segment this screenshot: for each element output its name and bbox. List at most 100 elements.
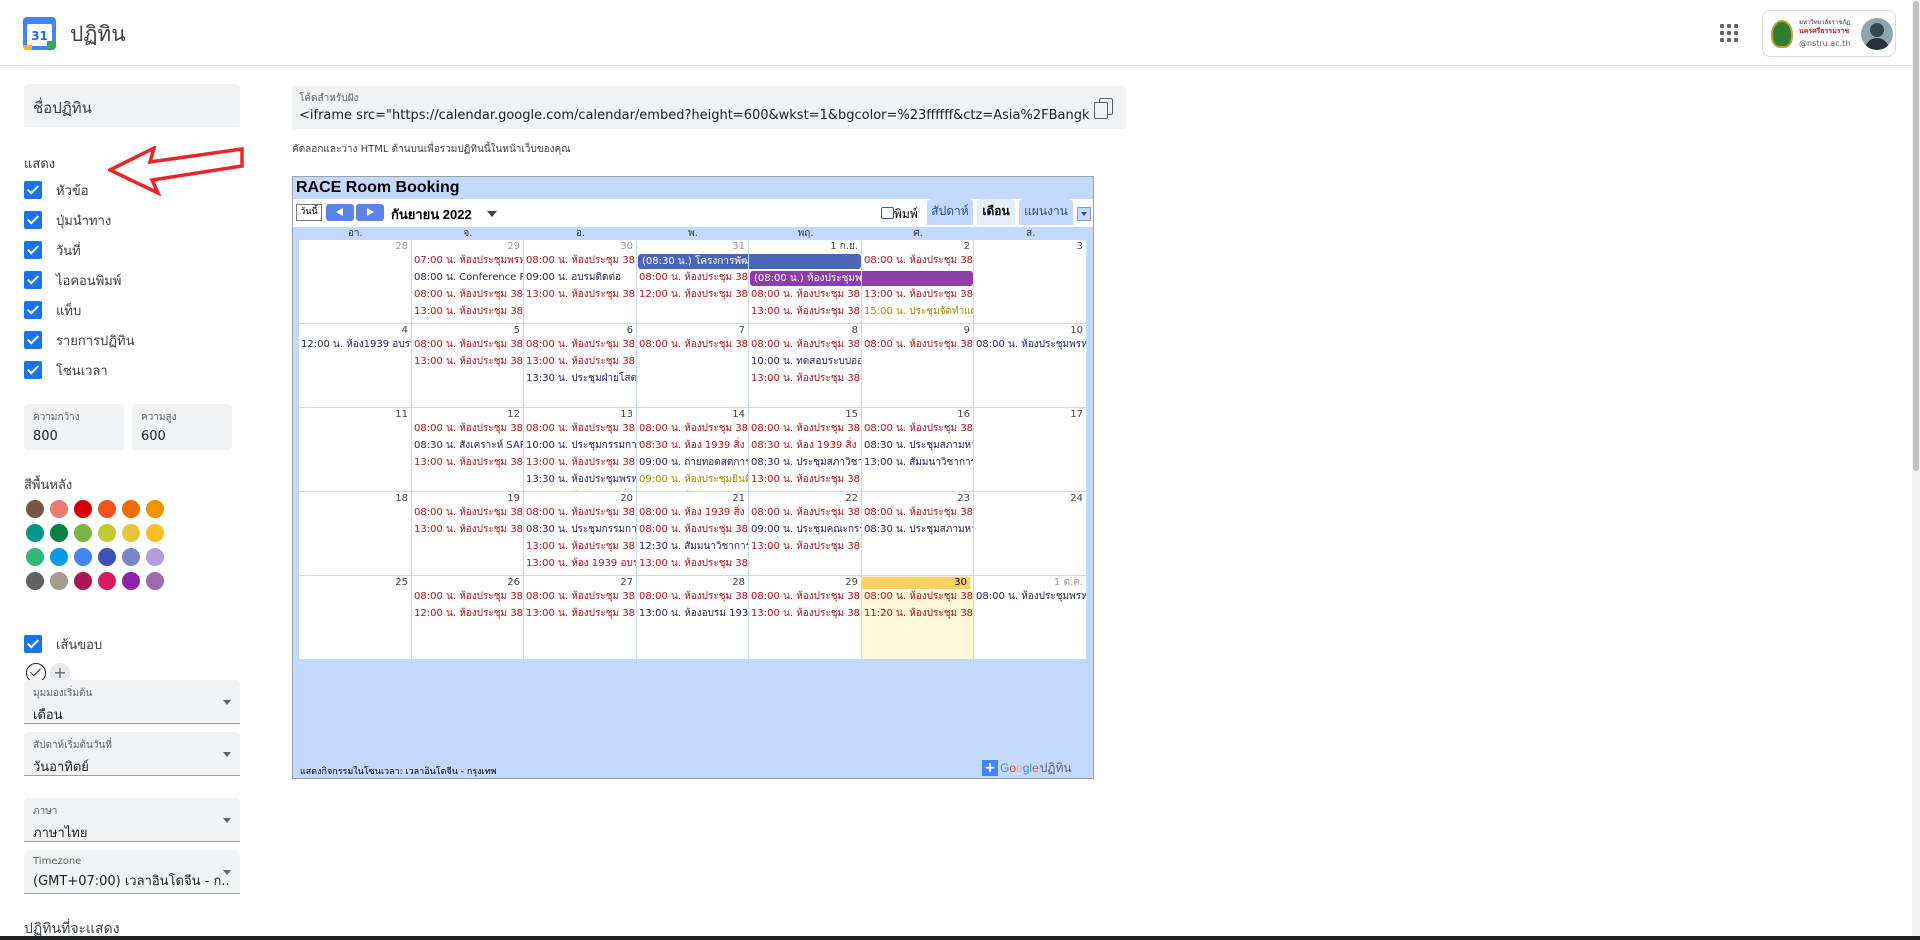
show-option-checkbox[interactable]: แท็บ (24, 298, 81, 322)
day-number[interactable]: 13 (620, 409, 633, 421)
calendar-event[interactable] (862, 271, 973, 286)
day-number[interactable]: 15 (845, 409, 858, 421)
color-swatch[interactable] (98, 548, 116, 566)
calendar-event[interactable]: 08:00 น. ห้องประชุม 38 (526, 338, 635, 351)
calendar-event[interactable]: 08:00 น. ห้องประชุมพรหม (976, 338, 1086, 351)
day-number[interactable]: 26 (507, 577, 520, 589)
day-cell[interactable]: 14 08:00 น. ห้องประชุม 38 08:30 น. ห้อง 19… (637, 408, 749, 492)
day-number[interactable]: 19 (507, 493, 520, 505)
show-option-checkbox[interactable]: วันที่ (24, 238, 81, 262)
calendar-event[interactable]: 08:00 น. ห้องประชุม 38 (639, 271, 748, 284)
page-scrollbar-thumb[interactable] (1913, 1, 1919, 471)
calendar-event[interactable]: 08:00 น. ห้องประชุม 38 (864, 422, 973, 435)
calendar-event[interactable]: 08:00 น. ห้องประชุม 38 (414, 288, 523, 301)
calendar-event[interactable]: 13:00 น. ห้อง 1939 อบรม (526, 557, 636, 570)
calendar-event[interactable]: 08:30 น. ห้อง 1939 สิ่ง (751, 439, 856, 452)
calendar-event[interactable]: 13:00 น. ห้องประชุม 38 (639, 557, 748, 570)
color-swatch[interactable] (50, 524, 68, 542)
day-cell[interactable]: 12 08:00 น. ห้องประชุม 38 08:30 น. สังเครา… (412, 408, 524, 492)
calendar-event[interactable]: 13:00 น. ห้องประชุม 38 (526, 456, 635, 469)
next-month-icon[interactable] (356, 204, 384, 221)
day-cell[interactable]: 20 08:00 น. ห้องประชุม 38 08:30 น. ประชุมก… (524, 492, 637, 576)
day-cell[interactable]: 30 08:00 น. ห้องประชุม 38 11:20 น. ห้องประ… (862, 576, 974, 660)
day-number[interactable]: 29 (845, 577, 858, 589)
calendar-event[interactable]: 13:00 น. ห้องประชุม 38 (526, 288, 635, 301)
checkbox-icon[interactable] (24, 301, 42, 319)
color-swatch[interactable] (74, 524, 92, 542)
day-number[interactable]: 28 (732, 577, 745, 589)
calendar-event[interactable]: 10:00 น. ประชุมกรรมการ (526, 439, 636, 452)
color-swatch[interactable] (122, 500, 140, 518)
day-cell[interactable]: 17 (974, 408, 1087, 492)
day-cell[interactable]: 5 08:00 น. ห้องประชุม 38 13:00 น. ห้องประช… (412, 324, 524, 408)
calendar-event[interactable]: 08:00 น. ห้องประชุม 38 (864, 590, 973, 603)
calendar-event[interactable]: 08:00 น. ห้องประชุม 38 (526, 590, 635, 603)
calendar-event[interactable]: 09:00 น. ถ่ายทอดสดการ (639, 456, 748, 469)
calendar-event[interactable]: 13:00 น. ห้องประชุม 38 (414, 523, 523, 536)
day-number[interactable]: 4 (401, 325, 408, 337)
calendar-event[interactable] (749, 254, 861, 269)
day-number[interactable]: 12 (507, 409, 520, 421)
calendar-event[interactable]: 08:00 น. ห้องประชุม 38 (414, 590, 523, 603)
calendar-event[interactable]: 08:00 น. ห้องประชุม 38 (414, 422, 523, 435)
color-swatch[interactable] (146, 524, 164, 542)
calendar-event[interactable]: 09:00 น. ประชุมคณะกรรม (751, 523, 861, 536)
calendar-event[interactable]: 13:00 น. ห้องประชุม 38 (414, 355, 523, 368)
calendar-event[interactable]: 08:00 น. ห้องประชุม 38 (751, 338, 860, 351)
day-number[interactable]: 30 (862, 577, 970, 589)
calendar-event[interactable]: 13:00 น. ห้องประชุม 38 (526, 355, 635, 368)
day-number[interactable]: 1 ก.ย. (830, 241, 858, 253)
calendar-event[interactable]: (08:30 น.) โครงการพัฒนาบุคลากรสายสนับสนุ… (638, 254, 748, 269)
show-option-checkbox[interactable]: รายการปฏิทิน (24, 328, 135, 352)
print-icon[interactable] (881, 207, 894, 219)
calendar-event[interactable]: 08:00 น. ห้องประชุม 38 (864, 338, 973, 351)
checkbox-icon[interactable] (24, 211, 42, 229)
day-cell[interactable]: 4 12:00 น. ห้อง1939 อบรม (299, 324, 412, 408)
color-swatch[interactable] (122, 548, 140, 566)
calendar-event[interactable]: 08:30 น. ประชุมสภาวิชา (751, 456, 861, 469)
day-number[interactable]: 14 (732, 409, 745, 421)
calendar-event[interactable]: 08:00 น. ห้องประชุม 38 (526, 422, 635, 435)
calendar-event[interactable]: 13:00 น. สัมมนาวิชาการ (864, 456, 973, 469)
calendar-event[interactable]: 08:00 น. ห้องประชุม 38 (639, 523, 748, 536)
today-button[interactable]: วันนี้ (296, 204, 322, 221)
day-number[interactable]: 29 (507, 241, 520, 253)
copy-icon[interactable] (1094, 98, 1113, 119)
checkbox-icon[interactable] (24, 361, 42, 379)
day-number[interactable]: 16 (957, 409, 970, 421)
calendar-event[interactable]: 08:00 น. ห้องประชุม 38 (414, 506, 523, 519)
color-swatch[interactable] (50, 572, 68, 590)
day-cell[interactable]: 24 (974, 492, 1087, 576)
day-cell[interactable]: 8 08:00 น. ห้องประชุม 38 10:00 น. ทดสอบระบ… (749, 324, 862, 408)
calendar-event[interactable]: 08:00 น. ห้อง 1939 สิ่ง (639, 506, 744, 519)
avatar[interactable] (1861, 18, 1893, 50)
show-option-checkbox[interactable]: หัวข้อ (24, 178, 89, 202)
day-cell[interactable]: 19 08:00 น. ห้องประชุม 38 13:00 น. ห้องประ… (412, 492, 524, 576)
calendar-event[interactable]: 08:00 น. ห้องประชุม 38 (526, 506, 635, 519)
day-cell[interactable]: 29 08:00 น. ห้องประชุม 38 13:00 น. ห้องประ… (749, 576, 862, 660)
calendar-event[interactable]: 13:00 น. ห้องประชุม 38 (751, 540, 860, 553)
color-swatch[interactable] (98, 500, 116, 518)
day-number[interactable]: 10 (1070, 325, 1083, 337)
calendar-event[interactable]: 13:30 น. ประชุมฝ่ายโสตฯ (526, 372, 636, 385)
calendar-event[interactable]: 13:00 น. ห้องอบรม 1939 (639, 607, 748, 620)
calendar-event[interactable]: 13:00 น. ห้องประชุม 38 (414, 456, 523, 469)
calendar-event[interactable]: 08:00 น. ห้องประชุม 38 (751, 506, 860, 519)
day-number[interactable]: 20 (620, 493, 633, 505)
color-swatch[interactable] (122, 524, 140, 542)
day-cell[interactable]: 9 08:00 น. ห้องประชุม 38 (862, 324, 974, 408)
calendar-event[interactable]: 08:30 น. ประชุมกรรมการ (526, 523, 636, 536)
day-cell[interactable]: 31(08:30 น.) โครงการพัฒนาบุคลากรสายสนับส… (637, 240, 749, 324)
day-number[interactable]: 17 (1070, 409, 1083, 421)
show-option-checkbox[interactable]: ไอคอนพิมพ์ (24, 268, 121, 292)
day-cell[interactable]: 27 08:00 น. ห้องประชุม 38 13:00 น. ห้องประ… (524, 576, 637, 660)
calendar-event[interactable]: 08:00 น. Conference Ro (414, 271, 523, 284)
day-number[interactable]: 7 (738, 325, 745, 337)
calendar-event[interactable]: 08:30 น. สังเคราะห์ SAR (414, 439, 523, 452)
day-cell[interactable]: 3 (974, 240, 1087, 324)
show-option-checkbox[interactable]: ปุ่มนำทาง (24, 208, 111, 232)
color-swatch[interactable] (26, 572, 44, 590)
checkbox-icon[interactable] (24, 331, 42, 349)
calendar-event[interactable]: 08:00 น. ห้องประชุม 38 (751, 288, 860, 301)
calendar-event[interactable]: 08:00 น. ห้องประชุม 38 (864, 254, 973, 267)
